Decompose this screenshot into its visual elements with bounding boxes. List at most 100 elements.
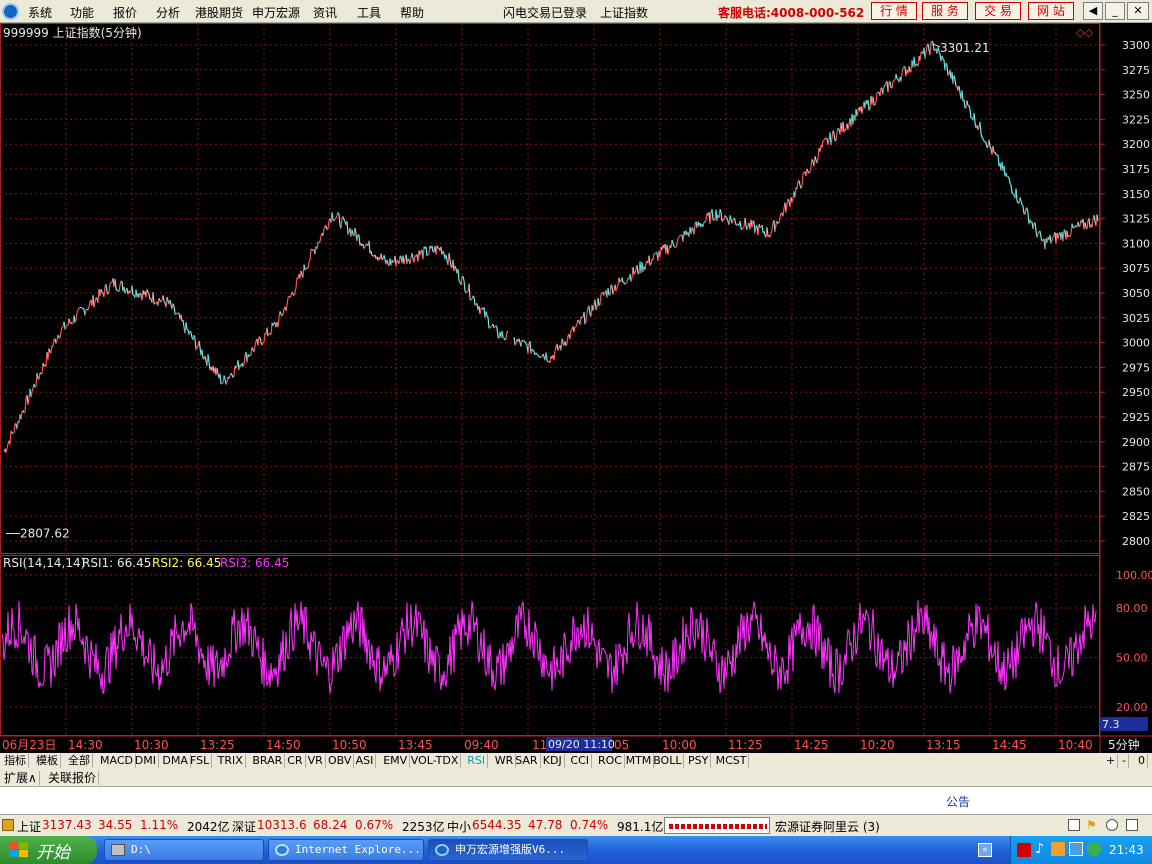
price-segment <box>337 212 340 215</box>
tray-app-icon[interactable] <box>1087 842 1101 856</box>
login-status: 闪电交易已登录 <box>503 6 588 20</box>
kline-chart[interactable]: 999999 上证指数(5分钟) ◇◇ 3300 3275 3250 3225 3200… <box>0 23 1152 753</box>
price-segment <box>655 251 658 254</box>
indicator-tab-obv[interactable]: OBV <box>326 754 355 768</box>
tray-network-icon[interactable]: ♪ <box>1035 841 1044 857</box>
current-index-name: 上证指数 <box>600 6 649 20</box>
indicator-tab-brar[interactable]: BRAR <box>250 754 286 768</box>
price-segment <box>720 212 723 222</box>
price-segment <box>333 218 336 222</box>
price-segment <box>893 79 896 82</box>
diamond-icon[interactable]: ◇◇ <box>1076 26 1093 39</box>
indicator-tab-模板[interactable]: 模板 <box>34 754 61 768</box>
indicator-tab-boll[interactable]: BOLL <box>651 754 685 768</box>
related-quote-button[interactable]: 关联报价 <box>46 771 100 785</box>
indicator-tab-dmi[interactable]: DMI <box>133 754 160 768</box>
rsi-tick: 80.00 <box>1116 602 1148 615</box>
menu-item-news[interactable]: 资讯 <box>313 4 337 21</box>
indicator-tab-asi[interactable]: ASI <box>354 754 377 768</box>
price-segment <box>198 340 201 348</box>
price-segment <box>160 299 163 303</box>
price-segment <box>677 236 680 239</box>
indicator-tab-roc[interactable]: ROC <box>596 754 625 768</box>
broker-server[interactable]: 宏源证券阿里云 (3) <box>775 818 880 835</box>
website-button[interactable]: 网 站 <box>1028 2 1074 20</box>
menu-item-help[interactable]: 帮助 <box>400 4 424 21</box>
price-segment <box>16 421 19 430</box>
price-segment <box>616 284 619 288</box>
price-segment <box>293 292 296 296</box>
trade-button[interactable]: 交 易 <box>975 2 1021 20</box>
indicator-tab-psy[interactable]: PSY <box>686 754 712 768</box>
indicator-tab-cr[interactable]: CR <box>285 754 306 768</box>
price-tick: 2925 <box>1122 411 1150 424</box>
price-segment <box>566 335 569 344</box>
tray-flag-icon[interactable] <box>1017 843 1031 857</box>
price-segment <box>600 292 603 295</box>
expand-button[interactable]: 扩展∧ <box>2 771 40 785</box>
settings-icon[interactable] <box>1126 819 1138 831</box>
price-segment <box>88 301 91 307</box>
indicator-tab-mtm[interactable]: MTM <box>624 754 655 768</box>
price-segment <box>346 221 349 235</box>
menu-item-system[interactable]: 系统 <box>28 4 52 21</box>
price-segment <box>973 112 976 123</box>
zoom-button[interactable]: + <box>1104 754 1119 768</box>
notice-link[interactable]: 公告 <box>946 793 970 810</box>
start-button[interactable]: 开始 <box>0 836 97 864</box>
price-tick: 3225 <box>1122 113 1150 126</box>
indicator-tab-dma[interactable]: DMA <box>160 754 191 768</box>
tray-speaker-icon[interactable] <box>1051 842 1065 856</box>
price-segment <box>785 203 788 213</box>
indicator-tab-vr[interactable]: VR <box>306 754 326 768</box>
power-icon[interactable] <box>1106 819 1118 831</box>
scroll-left-icon[interactable]: ◀ <box>1083 2 1103 20</box>
indicator-tab-vol-tdx[interactable]: VOL-TDX <box>409 754 462 768</box>
indicator-tab-emv[interactable]: EMV <box>381 754 411 768</box>
price-segment <box>326 228 329 231</box>
price-segment <box>693 224 696 235</box>
sz-label: 深证 <box>232 820 257 834</box>
menu-item-analysis[interactable]: 分析 <box>156 4 180 21</box>
task-explorer[interactable]: D:\ <box>104 839 264 861</box>
indicator-tab-macd[interactable]: MACD <box>98 754 136 768</box>
price-segment <box>386 259 389 264</box>
tray-monitor-icon[interactable] <box>1069 842 1083 856</box>
menu-item-swhy[interactable]: 申万宏源 <box>252 4 300 21</box>
menu-item-hk-futures[interactable]: 港股期货 <box>195 4 243 21</box>
zoom-button[interactable]: - <box>1120 754 1129 768</box>
menu-item-function[interactable]: 功能 <box>70 4 94 21</box>
indicator-tab-指标[interactable]: 指标 <box>2 754 29 768</box>
sh-change: 34.55 <box>98 818 133 832</box>
time-label: 13:15 <box>926 738 961 752</box>
zoom-button[interactable]: 0 <box>1136 754 1148 768</box>
indicator-tab-全部[interactable]: 全部 <box>66 754 93 768</box>
task-ie[interactable]: Internet Explore... <box>268 839 424 861</box>
menu-item-quote[interactable]: 报价 <box>113 4 137 21</box>
market-button[interactable]: 行 情 <box>871 2 917 20</box>
price-segment <box>766 227 769 237</box>
price-tick: 3275 <box>1122 64 1150 77</box>
price-segment <box>598 304 601 307</box>
indicator-tab-trix[interactable]: TRIX <box>216 754 246 768</box>
service-button[interactable]: 服 务 <box>922 2 968 20</box>
indicator-tab-cci[interactable]: CCI <box>568 754 592 768</box>
price-segment <box>581 316 584 319</box>
price-segment <box>514 343 517 346</box>
window-icon[interactable] <box>1068 819 1080 831</box>
indicator-tab-fsl[interactable]: FSL <box>188 754 213 768</box>
indicator-tab-kdj[interactable]: KDJ <box>541 754 565 768</box>
indicator-tab-rsi[interactable]: RSI <box>465 754 489 768</box>
indicator-tab-mcst[interactable]: MCST <box>714 754 750 768</box>
period-label[interactable]: 5分钟 <box>1108 737 1140 752</box>
price-segment <box>621 277 624 283</box>
close-icon[interactable]: ✕ <box>1127 2 1149 20</box>
task-swhy[interactable]: 申万宏源增强版V6... <box>428 839 588 861</box>
minimize-icon[interactable]: _ <box>1105 2 1125 20</box>
indicator-tab-sar[interactable]: SAR <box>513 754 541 768</box>
tray-expand-icon[interactable]: « <box>978 843 992 857</box>
price-segment <box>724 215 727 218</box>
price-segment <box>380 253 383 260</box>
menu-item-tools[interactable]: 工具 <box>357 4 381 21</box>
price-segment <box>798 180 801 186</box>
